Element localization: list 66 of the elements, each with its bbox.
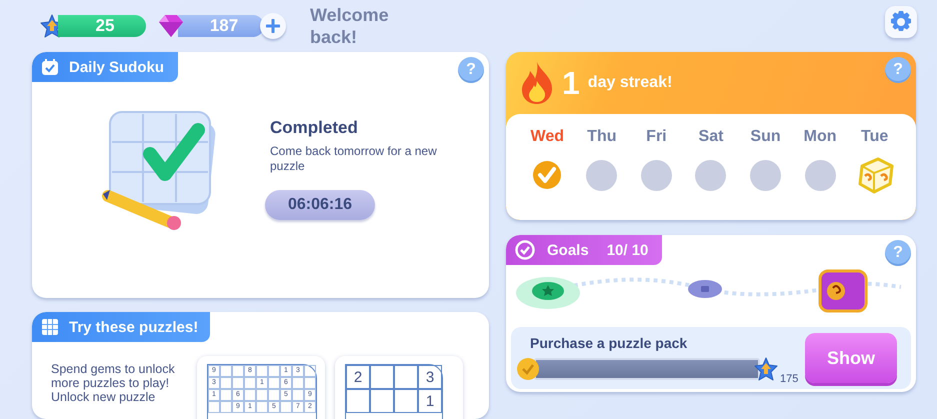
empty-grid-cell [268,377,280,389]
empty-grid-cell [256,389,268,401]
badge-check-icon [515,240,535,260]
settings-icon [889,10,913,34]
empty-grid-cell [220,377,232,389]
empty-grid-cell [268,389,280,401]
star-icon [754,357,778,381]
empty-grid-cell [220,389,232,401]
level-count: 25 [58,15,146,37]
streak-label: day streak! [588,74,672,92]
empty-grid-cell [256,365,268,377]
settings-button[interactable] [885,6,917,38]
add-gems-button[interactable] [260,13,286,39]
empty-grid-cell [244,377,256,389]
grid-icon [41,318,59,336]
empty-grid-cell [268,365,280,377]
day-label: Wed [530,128,564,146]
card-title: Try these puzzles! [69,318,198,336]
empty-grid-cell [292,377,304,389]
flame-icon [520,61,554,105]
empty-grid-cell [232,365,244,377]
welcome-text: Welcome back! [310,4,390,48]
empty-grid-cell [370,389,394,413]
countdown-timer: 06:06:16 [265,190,375,220]
day-label: Mon [804,128,837,146]
day-label: Fri [646,128,667,146]
day-label: Sun [750,128,781,146]
grid-digit: 1 [418,389,442,413]
empty-grid-cell [394,389,418,413]
empty-grid-cell [232,377,244,389]
empty-grid-cell [304,377,316,389]
puzzles-description: Unlock new puzzle [51,390,156,404]
empty-grid-cell [292,389,304,401]
day-label: Sat [698,128,724,146]
help-button[interactable]: ? [885,57,911,83]
empty-grid-cell [244,389,256,401]
day-label: Thu [587,128,616,146]
empty-grid-cell [220,365,232,377]
help-button[interactable]: ? [458,57,484,83]
empty-grid-cell [370,365,394,389]
empty-grid-cell [220,401,232,413]
day-label: Tue [861,128,888,146]
status-message: Come back tomorrow for a new puzzle [270,144,438,174]
card-title: Daily Sudoku [69,58,164,76]
empty-grid-cell [256,401,268,413]
grid-digit: 2 [346,365,370,389]
empty-grid-cell [304,365,316,377]
empty-grid-cell [208,401,220,413]
goals-count: 10/ 10 [606,242,648,258]
check-badge-icon [516,357,540,381]
empty-grid-cell [394,365,418,389]
empty-grid-cell [280,401,292,413]
status-title: Completed [270,118,358,138]
puzzles-description: Spend gems to unlock more puzzles to play! [51,362,176,390]
show-button[interactable]: Show [805,333,897,383]
puzzle-preview-card[interactable]: 2 3 1 [335,356,463,419]
goal-task: Purchase a puzzle pack [530,335,688,351]
calendar-check-icon [41,58,59,76]
gem-count: 187 [178,15,264,37]
grid-digit: 3 [418,365,442,389]
empty-grid-cell [346,389,370,413]
streak-count: 1 [562,64,580,102]
help-button[interactable]: ? [885,240,911,266]
reward-amount: 175 [780,373,798,385]
card-title: Goals [547,242,589,258]
plus-icon [266,19,280,33]
